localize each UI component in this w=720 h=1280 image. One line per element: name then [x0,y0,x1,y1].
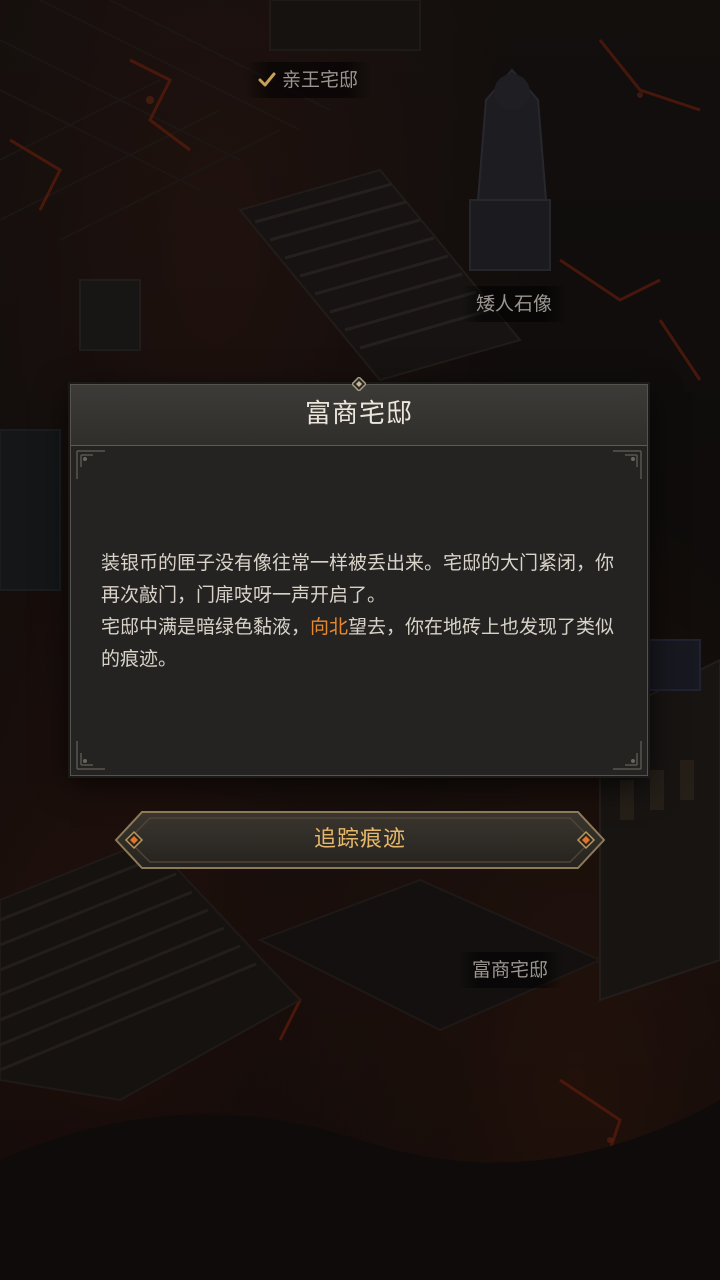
direction-highlight: 向北 [310,616,349,638]
corner-ornament-icon [613,450,642,479]
check-icon [258,72,276,87]
track-traces-button[interactable]: 追踪痕迹 [112,808,608,872]
dialog-header: 富商宅邸 [71,385,647,446]
map-label-text: 富商宅邸 [472,959,549,981]
dialog-title: 富商宅邸 [304,399,413,429]
map-label-prince-mansion[interactable]: 亲王宅邸 [244,62,373,98]
corner-ornament-icon [76,741,105,770]
track-traces-label: 追踪痕迹 [313,827,406,852]
dialog-text: 宅邸中满是暗绿色黏液， [101,616,311,638]
diamond-ornament-icon [352,377,366,391]
dialog-paragraph: 装银币的匣子没有像往常一样被丢出来。宅邸的大门紧闭，你再次敲门，门扉吱呀一声开启… [101,552,615,606]
dialog-paragraph: 宅邸中满是暗绿色黏液，向北望去，你在地砖上也发现了类似的痕迹。 [101,611,621,675]
map-label-merchant-mansion[interactable]: 富商宅邸 [458,952,563,988]
corner-ornament-icon [76,450,105,479]
event-dialog: 富商宅邸 装银币的匣子没有像往常一样被丢出来。宅邸的大门紧闭，你再次敲门，门扉吱… [70,377,648,776]
map-label-dwarf-statue[interactable]: 矮人石像 [462,286,567,322]
dialog-body: 装银币的匣子没有像往常一样被丢出来。宅邸的大门紧闭，你再次敲门，门扉吱呀一声开启… [101,547,621,675]
map-label-text: 亲王宅邸 [282,69,359,91]
corner-ornament-icon [613,741,642,770]
map-label-text: 矮人石像 [476,293,553,315]
